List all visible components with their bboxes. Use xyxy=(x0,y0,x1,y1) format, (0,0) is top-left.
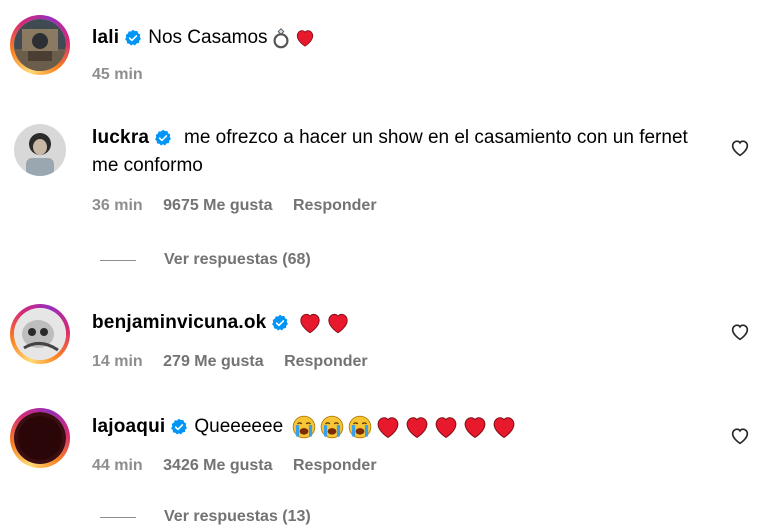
avatar-story-ring[interactable] xyxy=(10,15,70,75)
verified-badge-icon xyxy=(272,314,289,331)
red-heart-emoji-icon xyxy=(493,417,515,439)
comment-text: Queeeeee xyxy=(194,416,284,437)
likes-count[interactable]: 9675 Me gusta xyxy=(163,197,272,214)
comment-time: 36 min xyxy=(92,197,143,214)
red-heart-emoji-icon xyxy=(435,417,457,439)
view-replies-button[interactable]: Ver respuestas (13) xyxy=(100,508,311,526)
comment-time: 45 min xyxy=(92,66,143,83)
red-heart-emoji-icon xyxy=(377,417,399,439)
ring-emoji-icon xyxy=(273,28,289,49)
avatar xyxy=(14,412,66,464)
avatar-story-ring[interactable] xyxy=(10,304,70,364)
divider xyxy=(100,516,136,518)
verified-badge-icon xyxy=(171,418,188,435)
username[interactable]: lali xyxy=(92,24,119,52)
red-heart-emoji-icon xyxy=(328,313,349,334)
reply-button[interactable]: Responder xyxy=(293,457,377,474)
crying-face-emoji-icon xyxy=(292,415,316,439)
like-heart-icon[interactable] xyxy=(729,425,751,447)
red-heart-emoji-icon xyxy=(296,30,313,47)
avatar[interactable] xyxy=(14,124,66,176)
username[interactable]: benjaminvicuna.ok xyxy=(92,309,266,337)
likes-count[interactable]: 3426 Me gusta xyxy=(163,457,272,474)
like-heart-icon[interactable] xyxy=(729,321,751,343)
verified-badge-icon xyxy=(125,29,142,46)
username[interactable]: lajoaqui xyxy=(92,413,165,441)
view-replies-label: Ver respuestas (68) xyxy=(164,251,311,268)
avatar-story-ring[interactable] xyxy=(10,408,70,468)
red-heart-emoji-icon xyxy=(300,313,321,334)
comment-time: 44 min xyxy=(92,457,143,474)
view-replies-label: Ver respuestas (13) xyxy=(164,508,311,525)
likes-count[interactable]: 279 Me gusta xyxy=(163,353,263,370)
reply-button[interactable]: Responder xyxy=(293,197,377,214)
like-heart-icon[interactable] xyxy=(729,137,751,159)
divider xyxy=(100,259,136,261)
red-heart-emoji-icon xyxy=(464,417,486,439)
comment-text: me ofrezco a hacer un show en el casamie… xyxy=(92,127,688,176)
view-replies-button[interactable]: Ver respuestas (68) xyxy=(100,251,311,269)
avatar xyxy=(14,19,66,71)
comment-time: 14 min xyxy=(92,353,143,370)
crying-face-emoji-icon xyxy=(348,415,372,439)
reply-button[interactable]: Responder xyxy=(284,353,368,370)
red-heart-emoji-icon xyxy=(406,417,428,439)
crying-face-emoji-icon xyxy=(320,415,344,439)
comment-text: Nos Casamos xyxy=(148,27,268,48)
avatar xyxy=(14,308,66,360)
